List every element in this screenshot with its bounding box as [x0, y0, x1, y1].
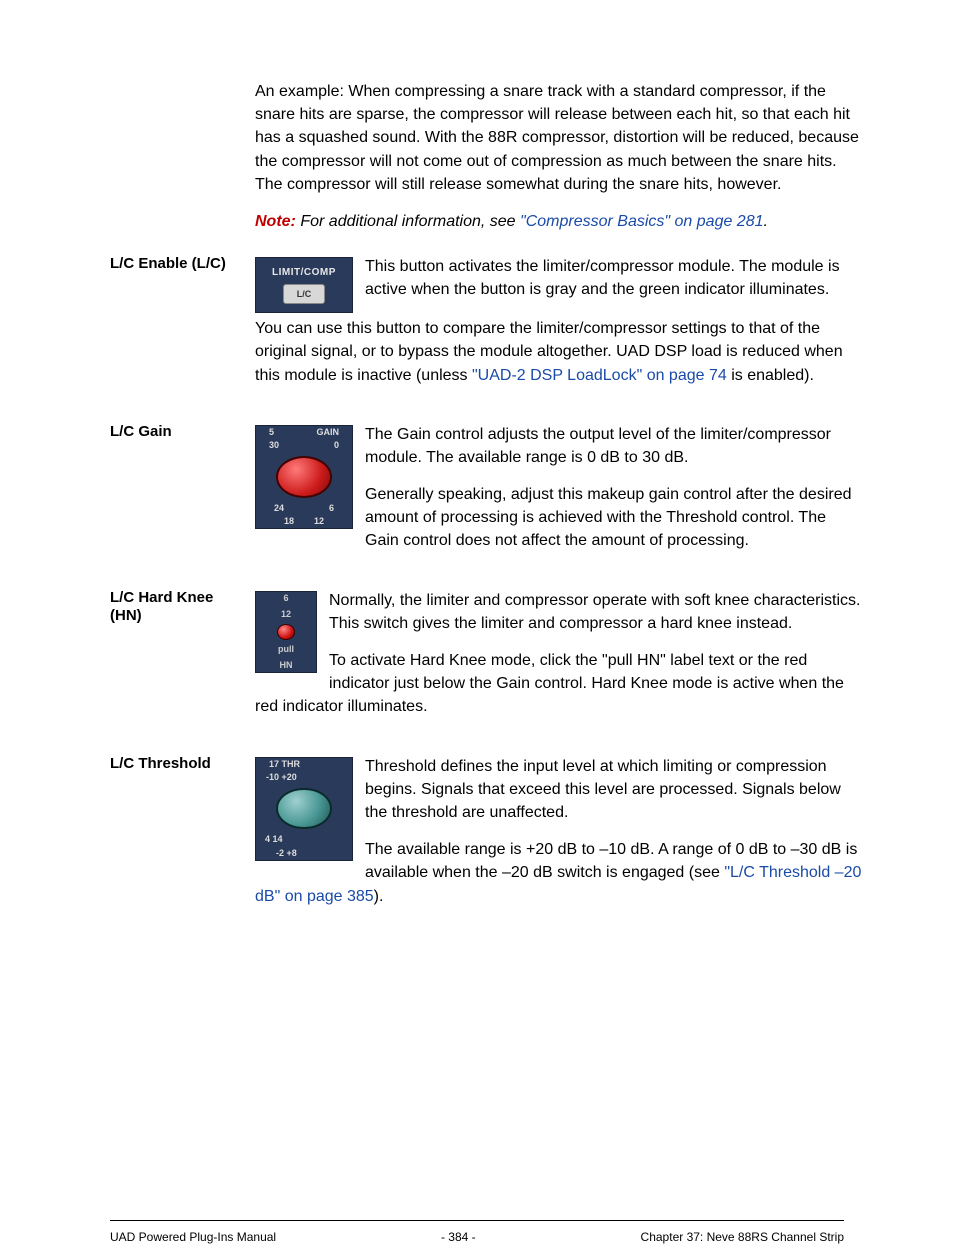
footer-right: Chapter 37: Neve 88RS Channel Strip — [641, 1229, 844, 1246]
thr-tick-p8: +8 — [287, 848, 297, 858]
limit-comp-button-icon: LIMIT/COMP L/C — [255, 257, 353, 313]
hn-tick-12: 12 — [281, 608, 291, 621]
lc-enable-p2: You can use this button to compare the l… — [255, 317, 864, 387]
gain-tick-6: 6 — [329, 502, 334, 515]
gain-tick-0: 0 — [334, 439, 339, 452]
thr-label: THR — [282, 759, 301, 769]
lc-thr-p2b: ). — [374, 888, 384, 905]
thr-tick-n2: -2 — [276, 848, 284, 858]
gain-tick-5: 5 — [269, 426, 274, 439]
note-line: Note: For additional information, see "C… — [255, 210, 864, 233]
lc-enable-p2b: is enabled). — [727, 367, 814, 384]
intro-paragraph: An example: When compressing a snare tra… — [255, 80, 864, 196]
hn-hn-label: HN — [280, 659, 293, 672]
hn-tick-6: 6 — [283, 592, 288, 605]
heading-lc-hn: L/C Hard Knee (HN) — [110, 589, 245, 627]
gain-knob-icon: 5 GAIN 30 0 24 6 18 12 — [255, 425, 353, 529]
threshold-knob-icon: 17 THR -10 +20 4 14 -2 +8 — [255, 757, 353, 861]
thr-tick-n10: -10 — [266, 772, 279, 782]
note-label: Note: — [255, 213, 296, 230]
note-text: For additional information, see — [300, 213, 520, 230]
footer-center: - 384 - — [441, 1229, 476, 1246]
hard-knee-icon: 6 12 pull HN — [255, 591, 317, 673]
threshold-knob — [276, 788, 332, 830]
gain-tick-30: 30 — [269, 439, 279, 452]
heading-lc-enable: L/C Enable (L/C) — [110, 255, 245, 274]
gain-tick-12: 12 — [314, 515, 324, 528]
thr-tick-4: 4 — [265, 834, 270, 844]
lc-hn-p2: To activate Hard Knee mode, click the "p… — [255, 649, 864, 719]
note-tail: . — [764, 213, 768, 230]
note-link[interactable]: "Compressor Basics" on page 281 — [520, 213, 763, 230]
gain-tick-24: 24 — [274, 502, 284, 515]
gain-tick-18: 18 — [284, 515, 294, 528]
footer-left: UAD Powered Plug-Ins Manual — [110, 1229, 276, 1246]
page-footer: UAD Powered Plug-Ins Manual - 384 - Chap… — [110, 1220, 844, 1246]
gain-label: GAIN — [317, 426, 340, 439]
heading-lc-gain: L/C Gain — [110, 423, 245, 442]
hn-led — [277, 624, 295, 640]
limit-comp-label: LIMIT/COMP — [272, 266, 336, 281]
thr-tick-p20: +20 — [282, 772, 297, 782]
loadlock-link[interactable]: "UAD-2 DSP LoadLock" on page 74 — [472, 367, 727, 384]
hn-pull-label: pull — [278, 643, 294, 656]
thr-tick-14: 14 — [273, 834, 283, 844]
gain-knob — [276, 456, 332, 498]
thr-tick-17: 17 — [269, 759, 279, 769]
heading-lc-threshold: L/C Threshold — [110, 755, 245, 774]
lc-hn-p1: Normally, the limiter and compressor ope… — [255, 589, 864, 635]
lc-button: L/C — [283, 284, 325, 304]
